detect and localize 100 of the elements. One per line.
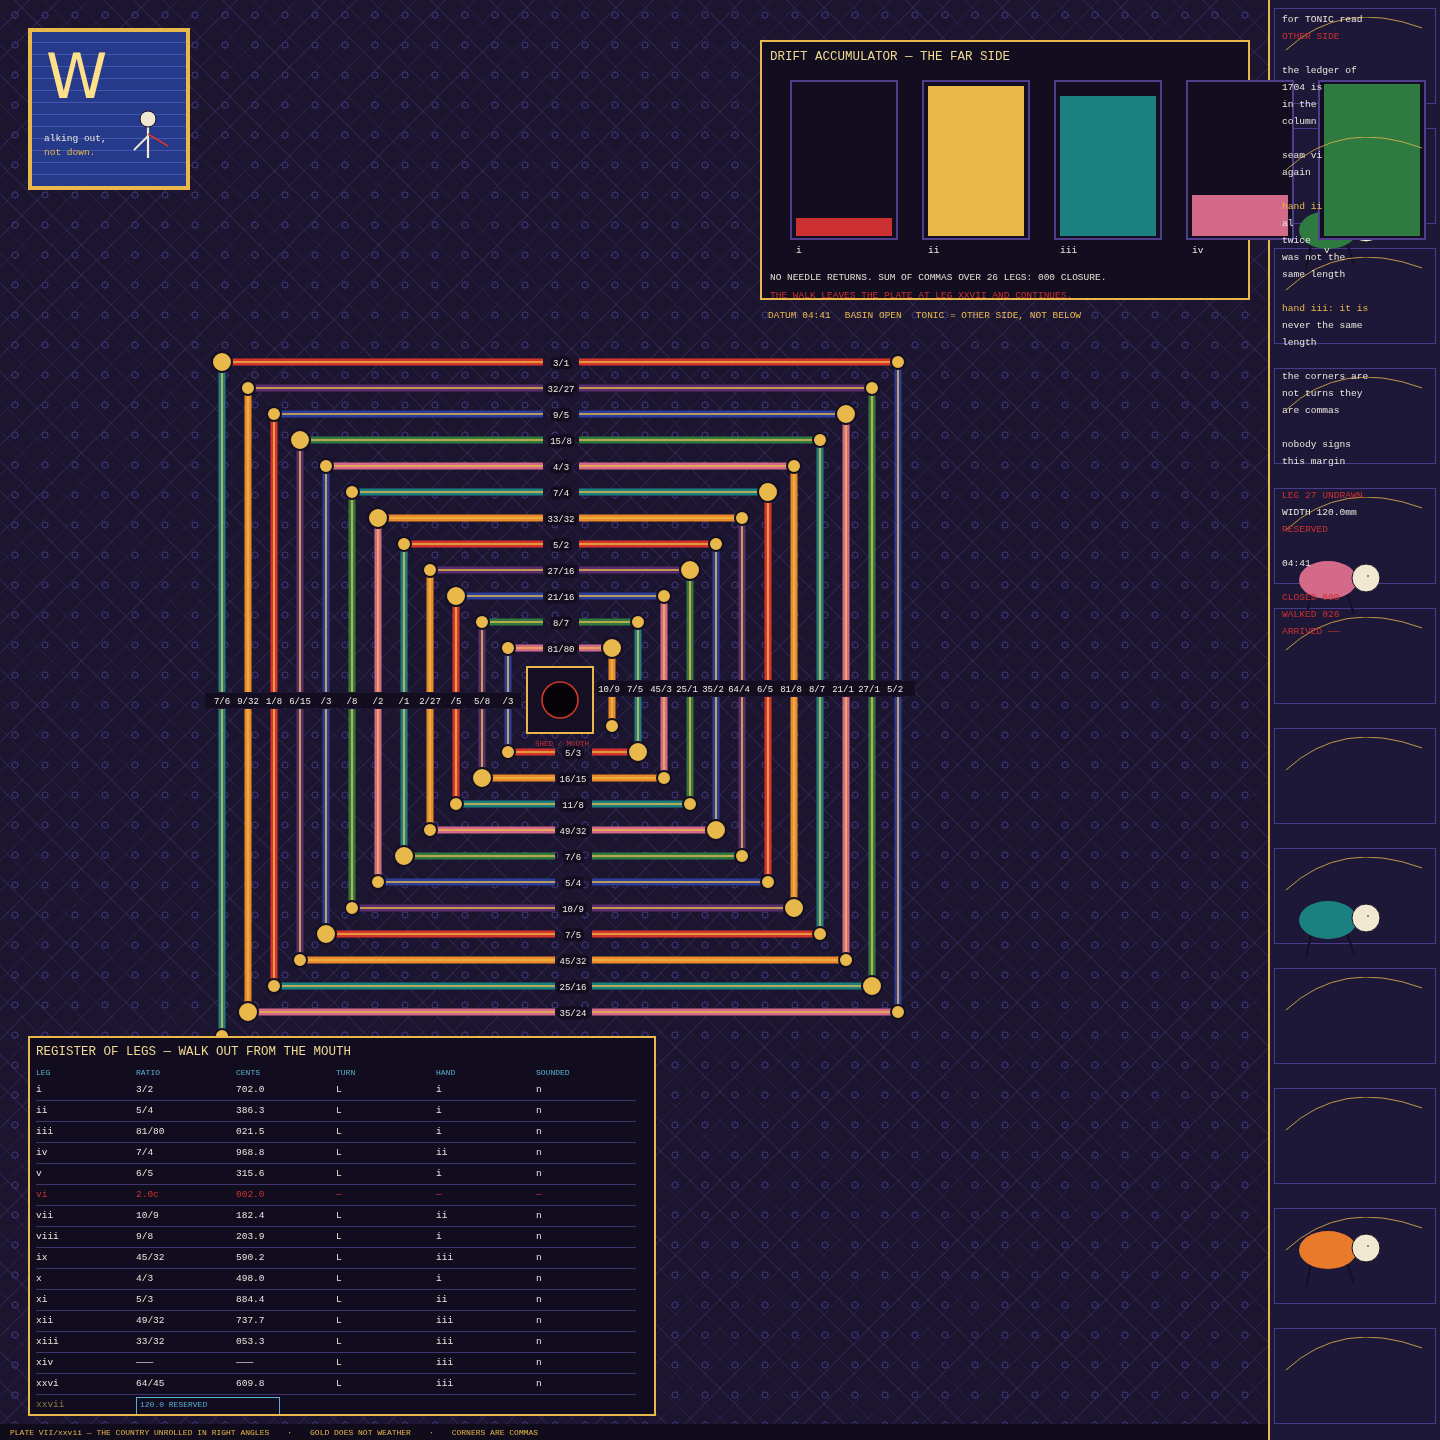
junction-node [734,510,750,526]
table-cell: ——— [236,1353,336,1374]
junction-node [344,484,360,500]
leg-label: 81/80 [547,644,575,655]
table-cell: ii [36,1101,136,1122]
table-cell: — [436,1185,536,1206]
table-cell: v [36,1164,136,1185]
leg-label: 32/27 [547,384,575,395]
leg-label: 1/8 [265,697,283,707]
leg-label: 27/1 [858,685,880,695]
table-cell: xiv [36,1353,136,1374]
table-cell: n [536,1353,636,1374]
margin-note: hand iii: it is [1282,303,1369,315]
mouth-drawing [526,666,594,734]
leg-label: 15/8 [550,436,572,447]
margin-note: in the [1282,99,1317,111]
leg-label: 45/32 [559,956,587,967]
leg-label: 5/2 [552,540,570,551]
junction-node [604,718,620,734]
junction-node [864,380,880,396]
junction-node [708,536,724,552]
table-cell: L [336,1206,436,1227]
junction-node [861,975,883,997]
margin-note: are commas [1282,405,1340,417]
table-cell: 968.8 [236,1143,336,1164]
leg-label: 35/2 [702,685,724,695]
table-cell: ——— [136,1353,236,1374]
table-cell: 182.4 [236,1206,336,1227]
table-cell: 386.3 [236,1101,336,1122]
junction-node [445,585,467,607]
junction-node [705,819,727,841]
table-cell: iii [436,1374,536,1395]
junction-node [760,874,776,890]
status-text: TONIC = OTHER SIDE, NOT BELOW [915,310,1082,321]
margin-note: LEG 27 UNDRAWN [1282,490,1363,502]
margin-note: same length [1282,269,1346,281]
junction-node [890,1004,906,1020]
table-cell: L [336,1080,436,1101]
junction-node [237,1001,259,1023]
leg-label: 16/15 [559,774,587,785]
table-cell: L [336,1269,436,1290]
margin-note: the corners are [1282,371,1369,383]
junction-node [786,458,802,474]
table-cell: iii [436,1353,536,1374]
table-cell: xi [36,1290,136,1311]
margin-note: OTHER SIDE [1282,31,1340,43]
leg-label: 81/8 [780,685,802,695]
column-header: RATIO [136,1067,161,1079]
table-cell: L [336,1353,436,1374]
junction-node [601,637,623,659]
junction-node [630,614,646,630]
table-cell: 64/45 [136,1374,236,1395]
junction-node [370,874,386,890]
junction-node [734,848,750,864]
table-cell: L [336,1290,436,1311]
table-cell: x [36,1269,136,1290]
table-cell: i [36,1080,136,1101]
table-cell: iii [36,1122,136,1143]
junction-node [422,562,438,578]
leg-label: /3 [502,697,514,707]
table-cell: iii [436,1311,536,1332]
margin-note: never the same [1282,320,1363,332]
leg-label: /5 [450,697,462,707]
junction-node [890,354,906,370]
table-cell: L [336,1101,436,1122]
margin-note: this margin [1282,456,1346,468]
meter-label: iii [1060,246,1078,256]
table-cell: 10/9 [136,1206,236,1227]
table-cell: vi [36,1185,136,1206]
table-cell: ix [36,1248,136,1269]
table-cell: n [536,1080,636,1101]
table-cell: viii [36,1227,136,1248]
leg-label: 8/7 [808,685,826,695]
junction-node [627,741,649,763]
table-cell: L [336,1164,436,1185]
table-cell: i [436,1269,536,1290]
table-cell: 053.3 [236,1332,336,1353]
junction-node [315,923,337,945]
table-cell: 609.8 [236,1374,336,1395]
warning-text: THE WALK LEAVES THE PLATE AT LEG XXVII AND CONTINUES. [770,290,1073,301]
status-text: BASIN OPEN [844,310,902,321]
leg-label: 8/7 [552,618,570,629]
table-cell: 45/32 [136,1248,236,1269]
margin-note: the ledger of [1282,65,1357,77]
junction-node [835,403,857,425]
table-cell: xxvii [36,1395,136,1414]
table-cell: i [436,1101,536,1122]
register-title: REGISTER OF LEGS — WALK OUT FROM THE MOUTH [36,1044,353,1060]
table-cell: 3/2 [136,1080,236,1101]
margin-note: for TONIC read [1282,14,1363,26]
table-cell: L [336,1248,436,1269]
table-cell: 590.2 [236,1248,336,1269]
table-cell: L [336,1374,436,1395]
junction-node [812,432,828,448]
leg-label: 10/9 [598,685,620,695]
column-header: TURN [336,1067,357,1079]
leg-label: 5/4 [564,878,582,889]
junction-node [344,900,360,916]
leg-label: 7/6 [564,852,582,863]
junction-node [656,588,672,604]
